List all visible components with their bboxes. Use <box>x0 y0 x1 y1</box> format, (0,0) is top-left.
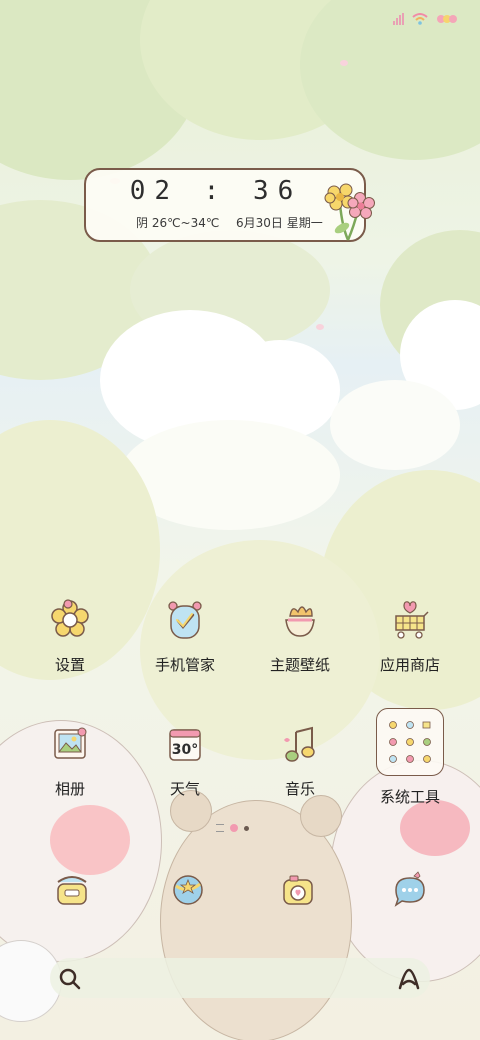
app-label: 设置 <box>54 656 85 674</box>
app-store-cart-icon <box>395 601 429 639</box>
app-store[interactable]: 应用商店 <box>360 598 460 675</box>
page-indicator[interactable] <box>216 824 249 832</box>
app-label: 相册 <box>54 780 85 798</box>
phone-icon[interactable] <box>50 868 94 912</box>
app-label: 系统工具 <box>379 788 440 806</box>
app-gallery[interactable]: 相册 <box>20 722 120 799</box>
clock-widget[interactable]: 02 : 36 阴 26℃~34℃ 6月30日 星期一 <box>84 168 375 242</box>
folder-system-tools[interactable]: 系统工具 <box>360 708 460 807</box>
app-label: 音乐 <box>284 780 315 798</box>
app-music[interactable]: 音乐 <box>250 722 350 799</box>
page-dot <box>244 825 249 831</box>
assistant-icon[interactable] <box>396 966 422 992</box>
music-note-icon <box>284 726 315 762</box>
app-label: 主题壁纸 <box>269 656 330 674</box>
app-phone-manager[interactable]: 手机管家 <box>135 598 235 675</box>
signal-icon <box>393 13 404 25</box>
messages-icon[interactable] <box>388 868 432 912</box>
weather-temp-text: 30° <box>172 742 198 758</box>
app-settings[interactable]: 设置 <box>20 598 120 675</box>
status-bar <box>393 8 458 30</box>
clock-weather: 阴 26℃~34℃ <box>136 216 220 230</box>
app-label: 天气 <box>169 780 200 798</box>
weather-calendar-icon: 30° <box>169 729 201 761</box>
page-list-icon <box>216 824 224 832</box>
app-label: 应用商店 <box>379 656 440 674</box>
app-label: 手机管家 <box>154 656 215 674</box>
page-dot-active <box>230 824 238 832</box>
folder-icon <box>376 708 444 776</box>
camera-icon[interactable] <box>276 868 320 912</box>
dock <box>0 868 480 918</box>
search-icon[interactable] <box>58 967 82 991</box>
wifi-icon <box>412 13 428 25</box>
phone-manager-icon <box>168 601 202 639</box>
flowers-icon <box>324 183 375 241</box>
browser-globe-icon[interactable] <box>166 868 210 912</box>
battery-icon <box>437 15 457 23</box>
theme-wallpaper-icon <box>285 606 315 637</box>
gallery-icon <box>54 727 87 759</box>
clock-date: 6月30日 星期一 <box>236 216 323 230</box>
settings-flower-icon <box>51 599 89 637</box>
search-bar[interactable] <box>50 958 430 998</box>
app-theme-wallpaper[interactable]: 主题壁纸 <box>250 598 350 675</box>
app-weather[interactable]: 30° 天气 <box>135 722 235 799</box>
